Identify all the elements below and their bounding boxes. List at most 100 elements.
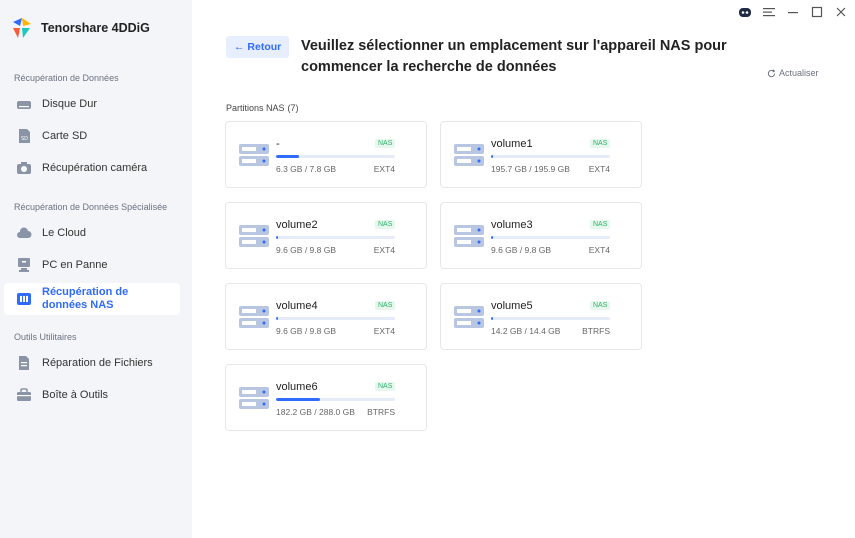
back-button[interactable]: ← Retour: [226, 36, 290, 58]
usage-bar: [491, 317, 610, 320]
app-name: Tenorshare 4DDiG: [41, 21, 150, 35]
camera-icon: [16, 160, 32, 176]
usage-bar-fill: [276, 155, 299, 158]
nas-drive-icon: [239, 144, 269, 166]
partition-filesystem: EXT4: [373, 245, 395, 255]
partition-name: volume3: [491, 219, 533, 231]
partition-card[interactable]: - NAS 6.3 GB / 7.8 GB EXT4: [225, 121, 427, 188]
usage-bar: [276, 398, 395, 401]
sidebar-item-label: Réparation de Fichiers: [42, 357, 153, 369]
toolbox-icon: [16, 387, 32, 403]
partitions-heading-label: Partitions NAS: [226, 103, 285, 113]
partition-filesystem: EXT4: [588, 164, 610, 174]
partition-name: volume4: [276, 300, 318, 312]
nas-drive-icon: [454, 225, 484, 247]
refresh-icon: [767, 68, 776, 77]
sidebar-item-cloud[interactable]: Le Cloud: [4, 218, 180, 248]
partition-filesystem: BTRFS: [367, 407, 395, 417]
partition-card[interactable]: volume3 NAS 9.6 GB / 9.8 GB EXT4: [440, 202, 642, 269]
app-logo-icon: [13, 18, 31, 38]
sidebar-item-label: Carte SD: [42, 130, 88, 142]
usage-bar: [276, 317, 395, 320]
section-title-utility-tools: Outils Utilitaires: [14, 332, 77, 342]
partitions-count: (7): [287, 103, 299, 113]
partition-name: volume1: [491, 138, 533, 150]
sidebar-item-camera[interactable]: Récupération caméra: [4, 153, 180, 183]
nas-badge: NAS: [590, 139, 611, 148]
maximize-icon[interactable]: [809, 4, 825, 20]
crashed-pc-icon: [16, 257, 32, 273]
partition-name: volume2: [276, 219, 318, 231]
partitions-heading: Partitions NAS (7): [226, 103, 299, 113]
svg-text:SD: SD: [21, 136, 28, 142]
sidebar-item-label: Le Cloud: [42, 227, 87, 239]
app-window: Tenorshare 4DDiG Récupération de Données…: [0, 0, 855, 538]
partition-size: 14.2 GB / 14.4 GB: [491, 326, 561, 336]
sd-card-icon: SD: [16, 128, 32, 144]
partition-filesystem: EXT4: [588, 245, 610, 255]
usage-bar-fill: [276, 398, 321, 401]
partition-name: volume5: [491, 300, 533, 312]
cloud-icon: [16, 225, 32, 241]
sidebar-item-hard-drive[interactable]: Disque Dur: [4, 89, 180, 119]
assistant-bot-icon[interactable]: [737, 4, 753, 20]
usage-bar-fill: [491, 236, 494, 239]
nas-badge: NAS: [375, 220, 396, 229]
sidebar: Tenorshare 4DDiG Récupération de Données…: [0, 0, 192, 538]
partition-size: 9.6 GB / 9.8 GB: [276, 245, 337, 255]
menu-icon[interactable]: [761, 4, 777, 20]
nas-badge: NAS: [590, 301, 611, 310]
sidebar-item-toolbox[interactable]: Boîte à Outils: [4, 380, 180, 410]
nas-badge: NAS: [590, 220, 611, 229]
nas-icon: [16, 291, 32, 307]
usage-bar: [491, 155, 610, 158]
nas-drive-icon: [239, 387, 269, 409]
usage-bar: [276, 236, 395, 239]
hard-drive-icon: [16, 96, 32, 112]
partition-filesystem: EXT4: [373, 164, 395, 174]
refresh-label: Actualiser: [779, 68, 819, 78]
partition-card[interactable]: volume6 NAS 182.2 GB / 288.0 GB BTRFS: [225, 364, 427, 431]
nas-drive-icon: [239, 225, 269, 247]
refresh-button[interactable]: Actualiser: [767, 68, 819, 78]
section-title-data-recovery: Récupération de Données: [14, 73, 119, 83]
sidebar-item-crashed-pc[interactable]: PC en Panne: [4, 250, 180, 280]
usage-bar-fill: [276, 236, 279, 239]
section-title-specialized-recovery: Récupération de Données Spécialisée: [14, 202, 168, 212]
partition-filesystem: BTRFS: [582, 326, 610, 336]
partition-name: -: [276, 138, 280, 150]
window-controls: [737, 4, 849, 20]
sidebar-item-sd-card[interactable]: SD Carte SD: [4, 121, 180, 151]
nas-badge: NAS: [375, 139, 396, 148]
partition-card[interactable]: volume2 NAS 9.6 GB / 9.8 GB EXT4: [225, 202, 427, 269]
nas-drive-icon: [454, 306, 484, 328]
page-title: Veuillez sélectionner un emplacement sur…: [301, 38, 727, 75]
partition-name: volume6: [276, 381, 318, 393]
partition-size: 6.3 GB / 7.8 GB: [276, 164, 337, 174]
usage-bar-fill: [276, 317, 279, 320]
sidebar-item-label: Récupération caméra: [42, 162, 148, 174]
usage-bar-fill: [491, 155, 493, 158]
sidebar-item-label: PC en Panne: [42, 259, 108, 271]
sidebar-item-label: Disque Dur: [42, 98, 98, 110]
partition-size: 195.7 GB / 195.9 GB: [491, 164, 570, 174]
file-repair-icon: [16, 355, 32, 371]
sidebar-item-file-repair[interactable]: Réparation de Fichiers: [4, 348, 180, 378]
brand: Tenorshare 4DDiG: [10, 16, 150, 40]
minimize-icon[interactable]: [785, 4, 801, 20]
sidebar-item-label: Boîte à Outils: [42, 389, 109, 401]
partition-size: 9.6 GB / 9.8 GB: [276, 326, 337, 336]
partition-card[interactable]: volume1 NAS 195.7 GB / 195.9 GB EXT4: [440, 121, 642, 188]
nas-drive-icon: [454, 144, 484, 166]
sidebar-item-label: Récupération de données NAS: [42, 286, 129, 311]
nas-badge: NAS: [375, 382, 396, 391]
close-icon[interactable]: [833, 4, 849, 20]
usage-bar-fill: [491, 317, 494, 320]
partition-size: 182.2 GB / 288.0 GB: [276, 407, 355, 417]
partition-card[interactable]: volume5 NAS 14.2 GB / 14.4 GB BTRFS: [440, 283, 642, 350]
partition-card[interactable]: volume4 NAS 9.6 GB / 9.8 GB EXT4: [225, 283, 427, 350]
partition-filesystem: EXT4: [373, 326, 395, 336]
sidebar-item-nas[interactable]: Récupération de données NAS: [4, 283, 180, 315]
partition-size: 9.6 GB / 9.8 GB: [491, 245, 552, 255]
nas-drive-icon: [239, 306, 269, 328]
